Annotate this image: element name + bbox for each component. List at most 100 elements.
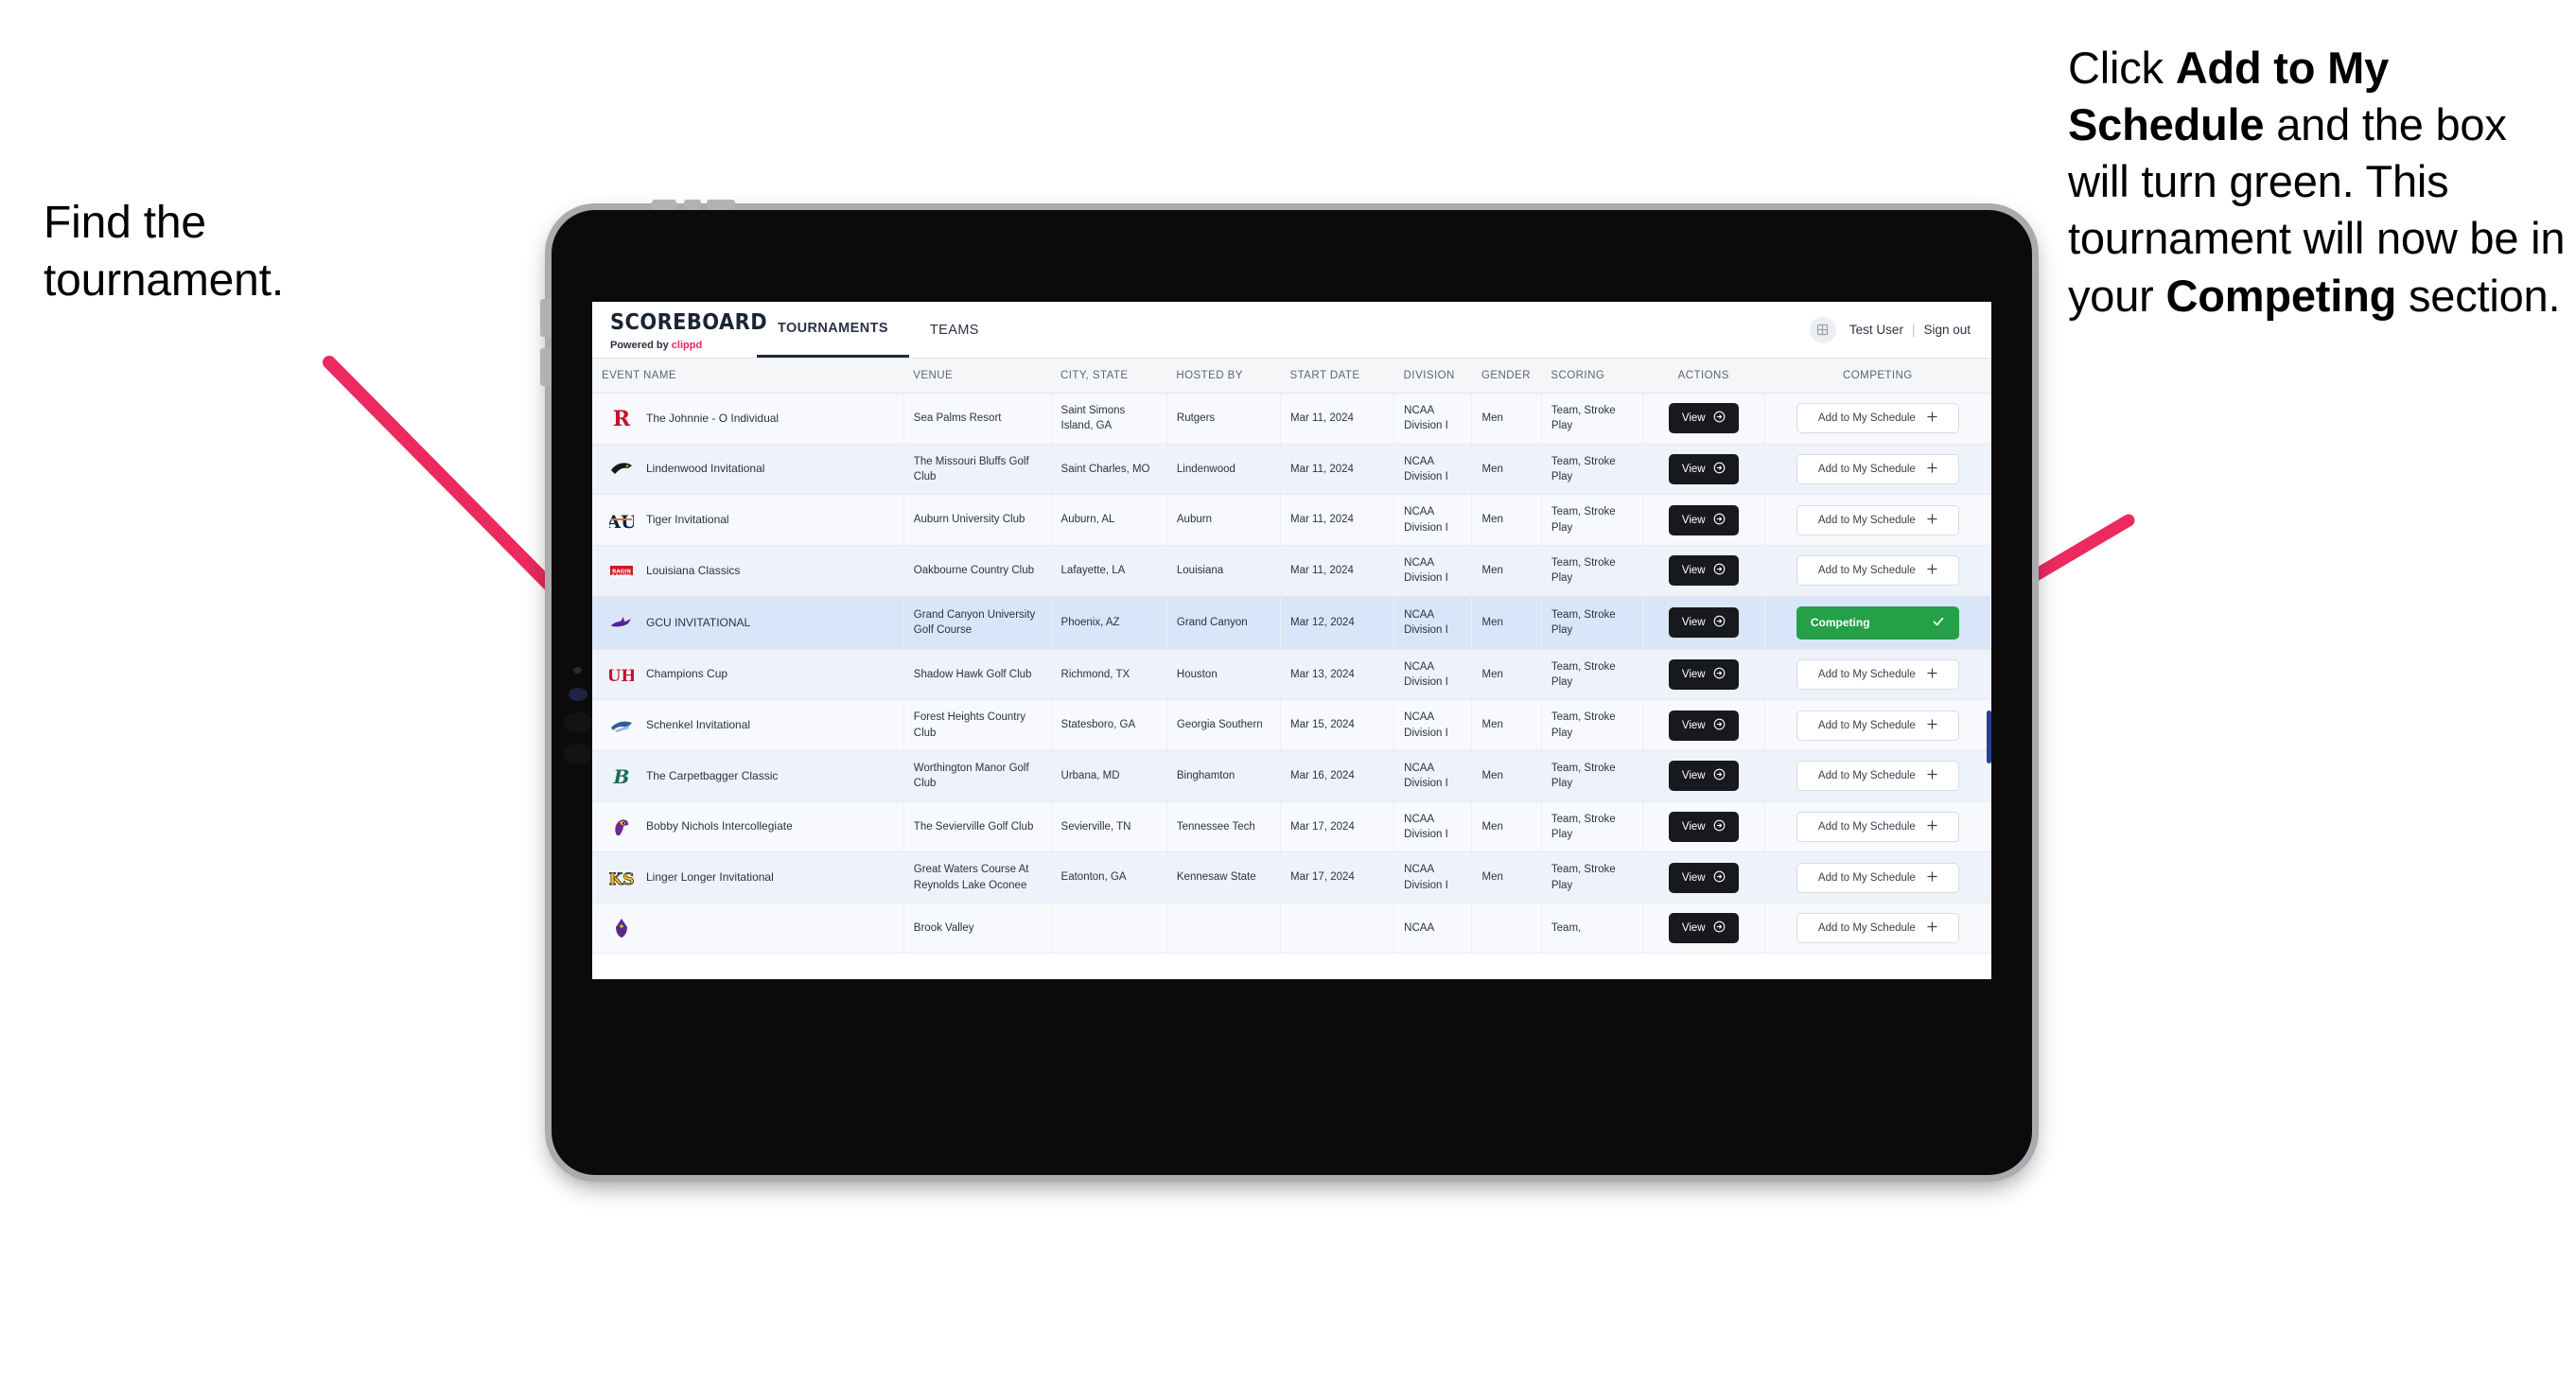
add-to-my-schedule-button[interactable]: Add to My Schedule — [1796, 862, 1959, 893]
view-button[interactable]: View — [1668, 403, 1739, 434]
cell-city-state: Sevierville, TN — [1051, 801, 1167, 853]
cell-city-state: Eatonton, GA — [1051, 851, 1167, 904]
check-icon — [1932, 615, 1945, 631]
cell-hosted-by: Louisiana — [1166, 545, 1282, 597]
event-name-label: GCU INVITATIONAL — [646, 615, 751, 629]
table-row[interactable]: B The Carpetbagger Classic Worthington M… — [592, 750, 1991, 802]
cell-actions: View — [1642, 596, 1765, 650]
event-name-label: The Johnnie - O Individual — [646, 411, 780, 425]
binghamton-b-logo: B — [609, 763, 634, 788]
view-button-label: View — [1681, 463, 1706, 475]
tablet-top-button-b[interactable] — [684, 200, 701, 210]
cell-scoring: Team, Stroke Play — [1541, 851, 1643, 904]
cell-start-date: Mar 11, 2024 — [1280, 494, 1395, 546]
vertical-scrollbar[interactable] — [1987, 711, 1991, 763]
arrow-right-circle-icon — [1713, 819, 1726, 834]
event-name-label: Schenkel Invitational — [646, 718, 751, 732]
cell-division: NCAA Division I — [1393, 699, 1473, 751]
view-button-label: View — [1681, 617, 1706, 629]
nav-tab-tournaments[interactable]: TOURNAMENTS — [757, 302, 909, 358]
cell-actions: View — [1642, 801, 1765, 853]
table-row[interactable]: Lindenwood Invitational The Missouri Blu… — [592, 444, 1991, 496]
add-to-my-schedule-button[interactable]: Add to My Schedule — [1796, 710, 1959, 741]
cell-division: NCAA Division I — [1393, 649, 1473, 701]
view-button-label: View — [1681, 412, 1706, 425]
brand-logo[interactable]: SCOREBOARD Powered by clippd — [592, 302, 767, 358]
cell-scoring: Team, — [1541, 903, 1643, 954]
rutgers-r-logo: R — [609, 406, 634, 431]
arrow-right-circle-icon — [1713, 870, 1726, 886]
table-row[interactable]: UH Champions Cup Shadow Hawk Golf Club Ri… — [592, 649, 1991, 701]
table-header-row: EVENT NAME VENUE CITY, STATE HOSTED BY S… — [592, 359, 1991, 394]
nav-tab-teams[interactable]: TEAMS — [909, 302, 1000, 358]
view-button[interactable]: View — [1668, 761, 1739, 792]
table-row[interactable]: Schenkel Invitational Forest Heights Cou… — [592, 699, 1991, 751]
add-to-my-schedule-button[interactable]: Add to My Schedule — [1796, 504, 1959, 535]
cell-event-name: AU Tiger Invitational — [592, 494, 904, 546]
cell-hosted-by: Rutgers — [1166, 393, 1282, 445]
competing-badge[interactable]: Competing — [1796, 605, 1959, 640]
cell-division: NCAA Division I — [1393, 393, 1473, 445]
add-to-my-schedule-button[interactable]: Add to My Schedule — [1796, 555, 1959, 587]
view-button[interactable]: View — [1668, 912, 1739, 943]
add-to-my-schedule-button[interactable]: Add to My Schedule — [1796, 453, 1959, 484]
table-row[interactable]: RAGIN CAJUNS Louisiana Classics Oakbourn… — [592, 545, 1991, 597]
sign-out-link[interactable]: Sign out — [1923, 323, 1971, 337]
houston-uh-logo: UH — [607, 662, 637, 687]
view-button[interactable]: View — [1668, 710, 1739, 741]
cell-start-date: Mar 13, 2024 — [1280, 649, 1395, 701]
arrow-right-circle-icon — [1713, 768, 1726, 783]
annotation-right: Click Add to My Schedule and the box wil… — [2068, 40, 2576, 325]
tablet-top-button-c[interactable] — [707, 200, 735, 210]
tournaments-table-container[interactable]: EVENT NAME VENUE CITY, STATE HOSTED BY S… — [592, 359, 1991, 979]
view-button-label: View — [1681, 921, 1706, 934]
tablet-volume-up-button[interactable] — [540, 299, 552, 337]
view-button[interactable]: View — [1668, 504, 1739, 535]
table-row[interactable]: Bobby Nichols Intercollegiate The Sevier… — [592, 801, 1991, 853]
add-to-my-schedule-button[interactable]: Add to My Schedule — [1796, 658, 1959, 690]
grid-icon[interactable] — [1809, 316, 1836, 343]
add-to-my-schedule-button[interactable]: Add to My Schedule — [1796, 403, 1959, 434]
cell-scoring: Team, Stroke Play — [1541, 699, 1643, 751]
tablet-volume-down-button[interactable] — [540, 348, 552, 386]
view-button[interactable]: View — [1668, 453, 1739, 484]
cell-competing: Add to My Schedule — [1764, 444, 1991, 496]
table-row[interactable]: GCU INVITATIONAL Grand Canyon University… — [592, 596, 1991, 650]
cell-competing: Add to My Schedule — [1764, 699, 1991, 751]
cell-division: NCAA — [1393, 903, 1473, 954]
cell-start-date: Mar 11, 2024 — [1280, 444, 1395, 496]
cell-gender — [1471, 903, 1542, 954]
cell-hosted-by: Lindenwood — [1166, 444, 1282, 496]
add-to-my-schedule-button[interactable]: Add to My Schedule — [1796, 912, 1959, 943]
view-button[interactable]: View — [1668, 862, 1739, 893]
cell-city-state: Auburn, AL — [1051, 494, 1167, 546]
col-hosted-by: HOSTED BY — [1166, 359, 1281, 394]
cell-hosted-by: Grand Canyon — [1166, 596, 1282, 650]
table-row[interactable]: R The Johnnie - O Individual Sea Palms R… — [592, 393, 1991, 445]
cell-competing: Add to My Schedule — [1764, 750, 1991, 802]
table-row[interactable]: Brook Valley NCAA Team, View Add to My Sch… — [592, 903, 1991, 954]
svg-text:R: R — [613, 407, 631, 430]
cell-gender: Men — [1471, 801, 1542, 853]
cell-event-name: Lindenwood Invitational — [592, 444, 904, 496]
view-button-label: View — [1681, 770, 1706, 782]
view-button[interactable]: View — [1668, 607, 1739, 639]
cell-venue: Forest Heights Country Club — [903, 699, 1052, 751]
arrow-right-circle-icon — [1713, 921, 1726, 936]
table-row[interactable]: AU Tiger Invitational Auburn University … — [592, 494, 1991, 546]
cell-scoring: Team, Stroke Play — [1541, 545, 1643, 597]
kennesaw-state-ks-logo: KS — [608, 866, 635, 890]
view-button[interactable]: View — [1668, 658, 1739, 690]
view-button[interactable]: View — [1668, 811, 1739, 842]
add-to-my-schedule-button[interactable]: Add to My Schedule — [1796, 761, 1959, 792]
cell-division: NCAA Division I — [1393, 494, 1473, 546]
view-button[interactable]: View — [1668, 555, 1739, 587]
svg-text:CAJUNS: CAJUNS — [611, 574, 632, 580]
tablet-top-button-a[interactable] — [652, 200, 676, 210]
add-to-my-schedule-label: Add to My Schedule — [1817, 565, 1916, 577]
add-to-my-schedule-label: Add to My Schedule — [1817, 921, 1916, 934]
add-to-my-schedule-button[interactable]: Add to My Schedule — [1796, 811, 1959, 842]
cell-actions: View — [1642, 903, 1765, 954]
cell-scoring: Team, Stroke Play — [1541, 393, 1643, 445]
table-row[interactable]: KS Linger Longer Invitational Great Wate… — [592, 851, 1991, 904]
